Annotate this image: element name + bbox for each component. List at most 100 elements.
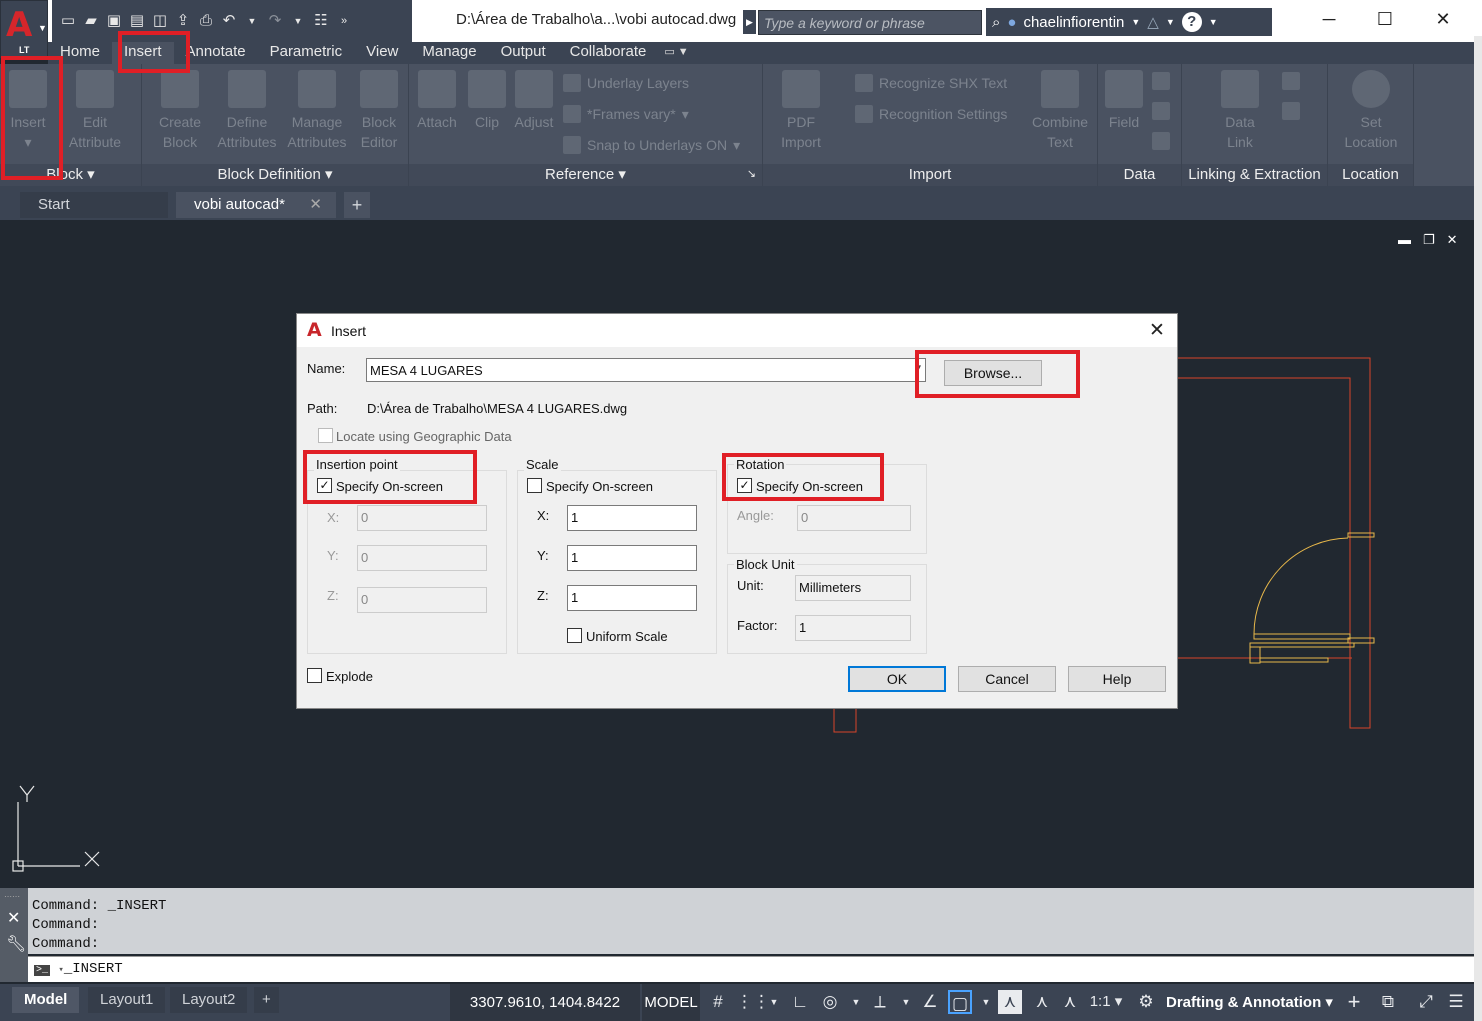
chevron-down-icon[interactable]: ▼ [1131,17,1140,27]
publish-icon[interactable]: ⇪ [173,11,193,31]
model-space-toggle[interactable]: MODEL [642,984,700,1021]
undo-icon[interactable]: ↶ [219,11,239,31]
redo-icon[interactable]: ↷ [265,11,285,31]
web-save-icon[interactable]: ◫ [150,11,170,31]
tab-drawing-file[interactable]: vobi autocad* ✕ [176,192,336,218]
explode-checkbox[interactable] [307,668,322,683]
restore-viewport-icon[interactable]: ❐ [1423,232,1435,248]
snap-mode-icon[interactable]: ⋮⋮ [736,990,770,1014]
scale-x-input[interactable]: 1 [567,505,697,531]
cancel-button[interactable]: Cancel [958,666,1056,692]
help-icon[interactable]: ? [1181,12,1202,32]
fullscreen-icon[interactable]: ⤢ [1414,990,1438,1014]
create-block-button[interactable]: Create Block [148,70,212,152]
download-from-source-icon[interactable] [1282,72,1300,90]
tab-output[interactable]: Output [489,42,558,64]
customize-icon[interactable]: + [1342,990,1366,1014]
chevron-down-icon[interactable]: ▼ [844,990,868,1014]
define-attributes-button[interactable]: Define Attributes [214,70,280,152]
user-icon[interactable]: ● [1007,14,1016,31]
chevron-down-icon[interactable]: ▼ [974,990,998,1014]
add-layout-button[interactable]: + [254,987,279,1013]
close-tab-icon[interactable]: ✕ [309,192,322,218]
dialog-close-button[interactable]: ✕ [1149,319,1165,342]
panel-title-block-definition[interactable]: Block Definition ▾ [142,164,408,186]
ok-button[interactable]: OK [848,666,946,692]
frames-vary-dropdown[interactable]: *Frames vary* ▾ [563,105,689,123]
tab-parametric[interactable]: Parametric [258,42,355,64]
polar-tracking-icon[interactable]: ◎ [818,990,842,1014]
open-folder-icon[interactable]: ▰ [81,11,101,31]
maximize-button[interactable]: ☐ [1362,6,1408,32]
angle-input[interactable]: 0 [797,505,911,531]
tab-collaborate[interactable]: Collaborate [558,42,659,64]
new-file-icon[interactable]: ▭ [58,11,78,31]
chevron-down-icon[interactable]: ▼ [894,990,918,1014]
update-fields-icon[interactable] [1152,72,1170,90]
username[interactable]: chaelinfiorentin [1023,14,1124,31]
undo-dropdown-icon[interactable]: ▼ [242,11,262,31]
underlay-layers-button[interactable]: Underlay Layers [563,74,689,92]
new-drawing-tab-button[interactable]: + [344,192,370,218]
dialog-title-bar[interactable] [297,314,1177,347]
manage-attributes-button[interactable]: Manage Attributes [284,70,350,152]
layout-tab-layout2[interactable]: Layout2 [170,987,248,1013]
ribbon-display-options-icon[interactable]: ▭ ▼ [658,42,688,64]
application-menu-button[interactable]: A LT ▼ [0,0,48,58]
annotation-scale-icon[interactable]: ⋏ [1058,990,1082,1014]
insertion-y-input[interactable]: 0 [357,545,487,571]
command-input[interactable]: >_ ▾_INSERT [28,956,1474,982]
object-snap-tracking-icon[interactable]: ∠ [918,990,942,1014]
snap-underlays-dropdown[interactable]: Snap to Underlays ON ▾ [563,136,740,154]
uniform-scale-checkbox[interactable] [567,628,582,643]
layout-tab-model[interactable]: Model [12,987,80,1013]
tab-view[interactable]: View [354,42,410,64]
recognition-settings-button[interactable]: Recognition Settings [855,105,1007,123]
units-icon[interactable]: ⧉ [1376,990,1400,1014]
close-window-button[interactable]: ✕ [1420,6,1466,32]
scale-z-input[interactable]: 1 [567,585,697,611]
scale-y-input[interactable]: 1 [567,545,697,571]
annotation-scale-value[interactable]: 1:1 ▾ [1088,990,1124,1014]
close-drawing-icon[interactable]: ✕ [1447,232,1458,248]
set-location-button[interactable]: Set Location [1338,70,1404,152]
gear-icon[interactable]: ⚙ [1134,990,1158,1014]
clip-button[interactable]: Clip [463,70,511,132]
chevron-down-icon[interactable]: ▼ [1209,17,1218,27]
hyperlink-icon[interactable] [1152,132,1170,150]
tab-manage[interactable]: Manage [410,42,488,64]
ole-object-icon[interactable] [1152,102,1170,120]
binoculars-icon[interactable]: ⌕ [992,14,1000,31]
print-icon[interactable]: ⎙ [196,11,216,31]
autodesk-app-icon[interactable]: △ [1147,13,1159,31]
isodraft-icon[interactable]: ⟂ [868,990,892,1014]
object-snap-icon[interactable]: ▢ [948,990,972,1014]
block-name-combobox[interactable]: MESA 4 LUGARES ▾ [366,358,926,382]
adjust-button[interactable]: Adjust [509,70,559,132]
save-icon[interactable]: ▣ [104,11,124,31]
pdf-import-button[interactable]: PDF Import [771,70,831,152]
insertion-x-input[interactable]: 0 [357,505,487,531]
block-editor-button[interactable]: Block Editor [350,70,408,152]
save-as-icon[interactable]: ▤ [127,11,147,31]
workspace-switcher[interactable]: Drafting & Annotation ▾ [1166,984,1333,1021]
customize-qat-icon[interactable]: » [334,11,354,31]
layout-tab-layout1[interactable]: Layout1 [88,987,166,1013]
help-button[interactable]: Help [1068,666,1166,692]
menu-icon[interactable]: ☰ [1444,990,1468,1014]
data-link-button[interactable]: Data Link [1212,70,1268,152]
recognize-shx-button[interactable]: Recognize SHX Text [855,74,1007,92]
geographic-data-checkbox[interactable] [318,428,333,443]
insertion-z-input[interactable]: 0 [357,587,487,613]
auto-scale-icon[interactable]: ⋏ [1030,990,1054,1014]
chevron-down-icon[interactable]: ▼ [1166,17,1175,27]
edit-attribute-button[interactable]: Edit Attribute [60,70,130,152]
annotation-visibility-icon[interactable]: ⋏ [998,990,1022,1014]
search-input[interactable]: Type a keyword or phrase [758,10,982,35]
combine-text-button[interactable]: Combine Text [1027,70,1093,152]
properties-icon[interactable]: ☷ [311,11,331,31]
upload-to-source-icon[interactable] [1282,102,1300,120]
grid-icon[interactable]: # [706,990,730,1014]
panel-title-reference[interactable]: Reference ▾ ↘ [409,164,762,186]
chevron-down-icon[interactable]: ▼ [762,990,786,1014]
